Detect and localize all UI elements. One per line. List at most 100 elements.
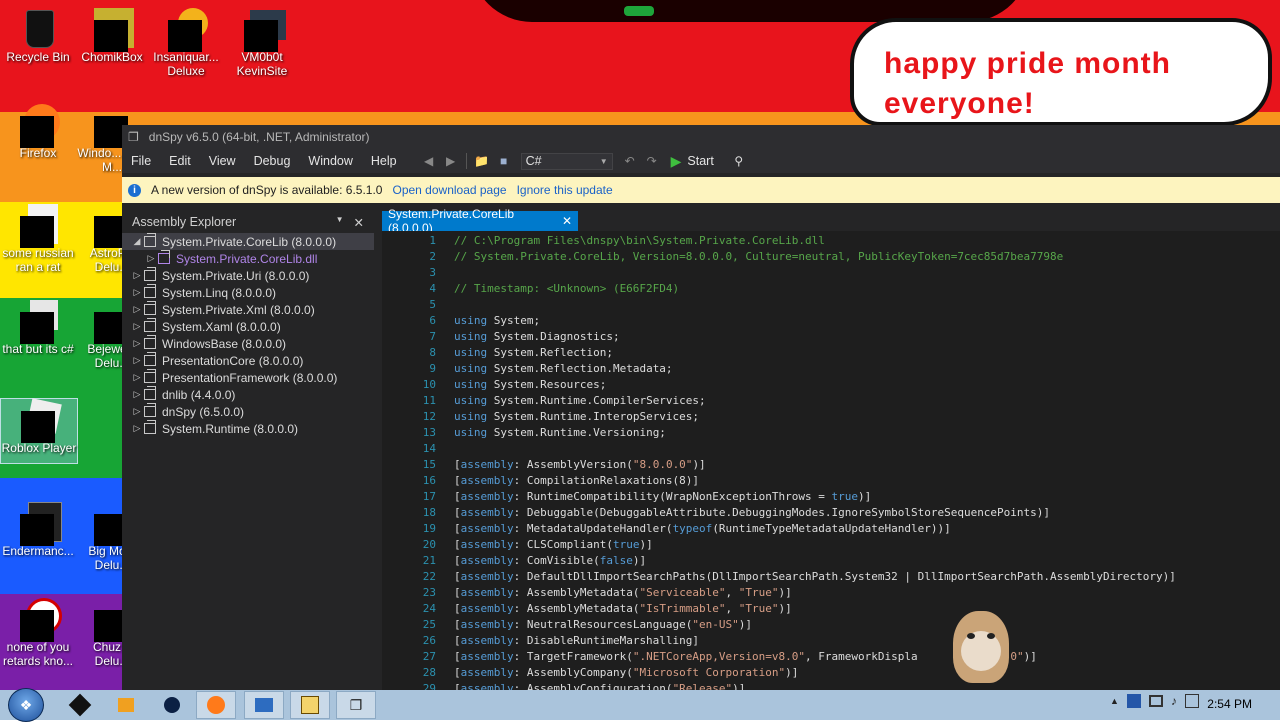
code-line: 27 [assembly: TargetFramework(".NETCoreAp… [382, 649, 1280, 665]
desktop-icon-recycle-bin[interactable]: Recycle Bin [0, 8, 76, 64]
insaniquarium-icon [164, 8, 208, 52]
menu-edit[interactable]: Edit [160, 154, 200, 168]
roblox-icon [17, 398, 62, 443]
code-line: 2 // System.Private.CoreLib, Version=8.0.… [382, 249, 1280, 265]
desktop-icon-firefox[interactable]: Firefox [0, 104, 76, 160]
save-all-icon[interactable]: ■ [495, 152, 513, 170]
taskbar-app-2[interactable] [106, 691, 146, 719]
tree-item-assembly[interactable]: ▷ PresentationFramework (8.0.0.0) [122, 369, 374, 386]
info-icon: i [128, 183, 141, 197]
code-line: 25 [assembly: NeutralResourcesLanguage("e… [382, 617, 1280, 633]
desktop-icon-insaniquarium[interactable]: Insaniquar... Deluxe [148, 8, 224, 78]
show-hidden-icon[interactable]: ▲ [1110, 696, 1119, 706]
code-text: [assembly: ComVisible(false)] [454, 554, 647, 567]
taskbar-app-1[interactable] [60, 691, 100, 719]
line-number: 22 [422, 570, 436, 583]
desktop-icon-that-but-its-csharp[interactable]: that but its c# [0, 300, 76, 356]
vm0b0t-icon [240, 8, 286, 52]
desktop-icon-roblox-player[interactable]: Roblox Player [0, 398, 78, 464]
expand-down-icon[interactable]: ◢ [130, 236, 144, 247]
tree-item-assembly[interactable]: ▷ WindowsBase (8.0.0.0) [122, 335, 374, 352]
taskbar-clock[interactable]: 2:54 PM [1207, 697, 1252, 711]
update-notice-bar: i A new version of dnSpy is available: 6… [122, 177, 1280, 203]
app-icon [255, 698, 273, 712]
menu-view[interactable]: View [200, 154, 245, 168]
code-editor[interactable]: 1 // C:\Program Files\dnspy\bin\System.Pr… [382, 231, 1280, 695]
start-button[interactable]: ▶ Start [671, 153, 714, 170]
language-select[interactable]: C# ▼ [520, 152, 613, 170]
forward-icon[interactable]: ▶ [442, 152, 460, 170]
desktop-icon-none-of-you[interactable]: none of you retards kno... [0, 598, 76, 668]
action-center-icon[interactable] [1184, 694, 1199, 708]
expand-right-icon[interactable]: ▷ [130, 321, 144, 332]
line-number: 5 [429, 298, 436, 311]
expand-right-icon[interactable]: ▷ [130, 355, 144, 366]
expand-right-icon[interactable]: ▷ [130, 287, 144, 298]
close-icon[interactable]: ✕ [354, 215, 364, 230]
volume-icon[interactable]: ♪ [1171, 694, 1177, 708]
ignore-update-link[interactable]: Ignore this update [517, 183, 613, 197]
firefox-icon [16, 104, 60, 148]
desktop-icon-chomikbox[interactable]: ChomikBox [74, 8, 150, 64]
expand-right-icon[interactable]: ▷ [130, 338, 144, 349]
dnspy-icon [301, 696, 319, 714]
menu-debug[interactable]: Debug [245, 154, 300, 168]
line-number: 2 [429, 250, 436, 263]
tree-item-assembly[interactable]: ▷ System.Linq (8.0.0.0) [122, 284, 374, 301]
expand-right-icon[interactable]: ▷ [130, 372, 144, 383]
tree-item-assembly[interactable]: ▷ System.Runtime (8.0.0.0) [122, 420, 374, 437]
taskbar-dnspy[interactable] [290, 691, 330, 719]
redo-icon[interactable]: ↷ [643, 152, 661, 170]
taskbar-app-3[interactable] [152, 691, 192, 719]
tree-item-dll[interactable]: ▷ System.Private.CoreLib.dll [122, 250, 374, 267]
line-number: 10 [422, 378, 436, 391]
expand-right-icon[interactable]: ▷ [130, 423, 144, 434]
code-line: 22 [assembly: DefaultDllImportSearchPaths… [382, 569, 1280, 585]
desktop-icon-russian-rat[interactable]: some russian ran a rat [0, 204, 76, 274]
line-number: 14 [422, 442, 436, 455]
taskbar-app-5[interactable] [244, 691, 284, 719]
open-download-page-link[interactable]: Open download page [392, 183, 506, 197]
system-tray: ▲ ♪ [1110, 694, 1199, 708]
tree-item-assembly[interactable]: ▷ System.Private.Xml (8.0.0.0) [122, 301, 374, 318]
menu-file[interactable]: File [122, 154, 160, 168]
tree-item-assembly[interactable]: ▷ dnSpy (6.5.0.0) [122, 403, 374, 420]
hamster-image [945, 605, 1017, 690]
undo-icon[interactable]: ↶ [621, 152, 639, 170]
menu-window[interactable]: Window [299, 154, 361, 168]
taskbar-app-7[interactable]: ❐ [336, 691, 376, 719]
tree-item-assembly[interactable]: ▷ dnlib (4.4.0.0) [122, 386, 374, 403]
network-icon[interactable] [1148, 695, 1163, 707]
open-folder-icon[interactable]: 📁 [473, 152, 491, 170]
expand-right-icon[interactable]: ▷ [130, 304, 144, 315]
tree-item-label: System.Xaml (8.0.0.0) [162, 319, 281, 334]
start-orb[interactable]: ❖ [8, 688, 44, 722]
expand-right-icon[interactable]: ▷ [130, 406, 144, 417]
expand-right-icon[interactable]: ▷ [130, 389, 144, 400]
search-icon[interactable]: ⚲ [730, 152, 748, 170]
line-number: 1 [429, 234, 436, 247]
tree-item-assembly[interactable]: ◢ System.Private.CoreLib (8.0.0.0) [122, 233, 374, 250]
desktop-icon-endermanch[interactable]: Endermanc... [0, 502, 76, 558]
menu-help[interactable]: Help [362, 154, 406, 168]
taskbar-firefox[interactable] [196, 691, 236, 719]
title-bar[interactable]: ❐ dnSpy v6.5.0 (64-bit, .NET, Administra… [122, 125, 1280, 149]
tree-item-assembly[interactable]: ▷ System.Private.Uri (8.0.0.0) [122, 267, 374, 284]
desktop-icon-vm0b0t[interactable]: VM0b0t KevinSite [224, 8, 300, 78]
code-text: [assembly: MetadataUpdateHandler(typeof(… [454, 522, 951, 535]
line-number: 11 [422, 394, 436, 407]
code-text: // System.Private.CoreLib, Version=8.0.0… [454, 250, 1064, 263]
tray-icon-1[interactable] [1126, 694, 1141, 708]
panel-dropdown-icon[interactable]: ▼ [336, 215, 344, 230]
line-number: 26 [422, 634, 436, 647]
expand-right-icon[interactable]: ▷ [130, 270, 144, 281]
close-tab-icon[interactable]: ✕ [562, 214, 572, 228]
tab-system-private-corelib[interactable]: System.Private.CoreLib (8.0.0.0) ✕ [382, 207, 578, 235]
back-icon[interactable]: ◀ [420, 152, 438, 170]
expand-right-icon[interactable]: ▷ [144, 253, 158, 264]
assembly-icon [144, 352, 156, 366]
code-text: using System.Reflection; [454, 346, 613, 359]
tree-item-assembly[interactable]: ▷ PresentationCore (8.0.0.0) [122, 352, 374, 369]
tree-item-assembly[interactable]: ▷ System.Xaml (8.0.0.0) [122, 318, 374, 335]
tree-item-label: PresentationCore (8.0.0.0) [162, 353, 304, 368]
